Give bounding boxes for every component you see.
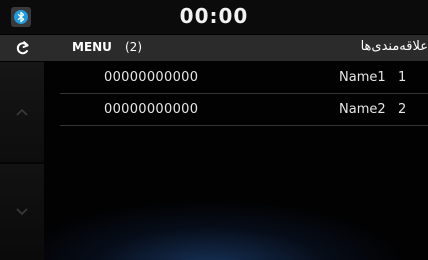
list-index: 1 xyxy=(398,70,407,85)
contact-name: Name1 xyxy=(339,70,386,85)
contact-name: Name2 xyxy=(339,102,386,117)
menu-count: (2) xyxy=(125,40,142,54)
chevron-down-icon xyxy=(16,208,28,216)
back-arrow-icon xyxy=(16,41,29,55)
scroll-up-button[interactable] xyxy=(0,62,44,162)
list-item[interactable]: 00000000000 Name1 1 xyxy=(60,62,428,94)
list-item[interactable]: 00000000000 Name2 2 xyxy=(60,94,428,126)
list-index: 2 xyxy=(398,102,407,117)
screen: 00:00 MENU (2) علاقه‌مندی‌ها 00000000000 xyxy=(0,0,428,260)
favorites-list: 00000000000 Name1 1 00000000000 Name2 2 xyxy=(60,62,428,126)
title-bar: MENU (2) علاقه‌مندی‌ها xyxy=(0,35,428,61)
back-button[interactable] xyxy=(0,35,44,61)
chevron-up-icon xyxy=(16,108,28,116)
scroll-down-button[interactable] xyxy=(0,164,44,260)
scrollbar xyxy=(0,62,44,260)
clock: 00:00 xyxy=(179,4,249,28)
status-bar: 00:00 xyxy=(0,0,428,34)
menu-button[interactable]: MENU xyxy=(72,40,112,54)
page-title: علاقه‌مندی‌ها xyxy=(360,39,428,54)
phone-number: 00000000000 xyxy=(104,102,199,117)
phone-number: 00000000000 xyxy=(104,70,199,85)
